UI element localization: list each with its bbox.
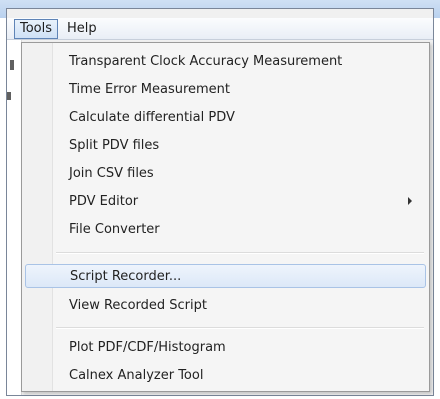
menu-item-calculate-differential-pdv[interactable]: Calculate differential PDV (25, 105, 426, 129)
menu-item-label: Calnex Analyzer Tool (69, 367, 204, 383)
menu-item-script-recorder[interactable]: Script Recorder... (25, 264, 426, 288)
menu-item-plot-pdf-cdf-histogram[interactable]: Plot PDF/CDF/Histogram (25, 335, 426, 359)
menu-item-label: File Converter (69, 221, 160, 237)
menu-tools[interactable]: Tools (14, 18, 59, 39)
menu-item-calnex-analyzer-tool[interactable]: Calnex Analyzer Tool (25, 363, 426, 387)
menu-item-label: Join CSV files (69, 165, 154, 181)
menu-item-transparent-clock-accuracy-measurement[interactable]: Transparent Clock Accuracy Measurement (25, 49, 426, 73)
menu-item-file-converter[interactable]: File Converter (25, 217, 426, 241)
menu-item-label: Script Recorder... (70, 268, 182, 284)
menu-item-label: Time Error Measurement (69, 81, 231, 97)
panel-edge-mark (10, 60, 14, 70)
submenu-arrow-icon (408, 197, 412, 205)
menu-bar: Tools Help (7, 18, 433, 40)
menu-item-label: Calculate differential PDV (69, 109, 235, 125)
menu-item-label: Transparent Clock Accuracy Measurement (69, 53, 343, 69)
screenshot-stage: Tools Help Transparent Clock Accuracy Me… (0, 0, 440, 399)
menu-item-label: Split PDV files (69, 137, 160, 153)
menu-item-view-recorded-script[interactable]: View Recorded Script (25, 293, 426, 317)
menu-separator (56, 252, 424, 254)
menu-item-split-pdv-files[interactable]: Split PDV files (25, 133, 426, 157)
menu-item-time-error-measurement[interactable]: Time Error Measurement (25, 77, 426, 101)
menu-help[interactable]: Help (62, 20, 102, 38)
menu-separator (56, 327, 424, 329)
tools-dropdown-menu: Transparent Clock Accuracy Measurement T… (21, 42, 430, 392)
menu-item-label: PDV Editor (69, 193, 139, 209)
background-panel-edge (7, 40, 22, 395)
menu-item-join-csv-files[interactable]: Join CSV files (25, 161, 426, 185)
menu-item-label: View Recorded Script (69, 297, 207, 313)
menu-item-pdv-editor[interactable]: PDV Editor (25, 189, 426, 213)
menu-item-label: Plot PDF/CDF/Histogram (69, 339, 226, 355)
panel-edge-mark (7, 92, 11, 100)
